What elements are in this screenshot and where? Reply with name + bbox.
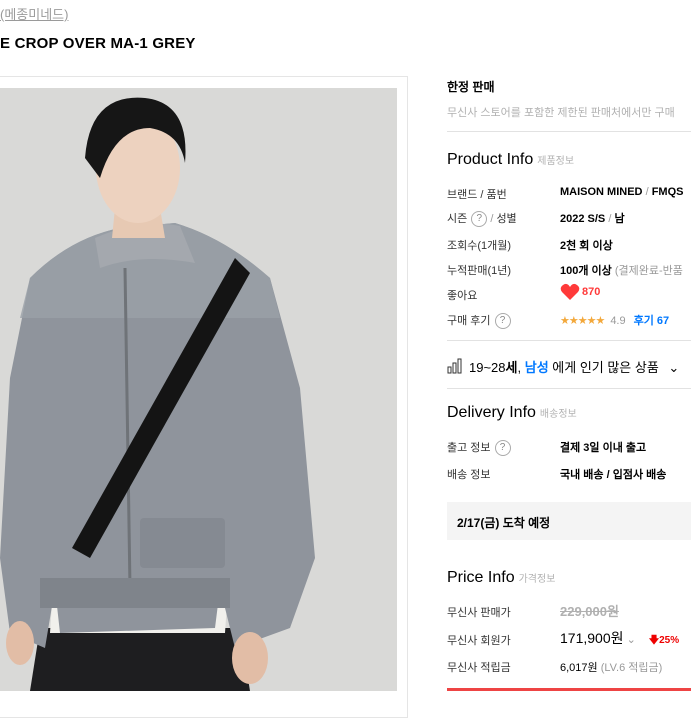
likes-button[interactable]: 870: [560, 283, 600, 301]
arrival-estimate-box: 2/17(금) 도착 예정: [447, 502, 691, 540]
review-label-text: 구매 후기: [447, 315, 491, 327]
sales-note: (결제완료-반품: [614, 265, 683, 277]
delivery-info-subtitle: 배송정보: [539, 409, 577, 420]
chevron-down-icon[interactable]: ⌄: [668, 360, 679, 375]
sku-value: FMQS: [651, 186, 684, 198]
bar-chart-icon: [447, 358, 462, 374]
delivery-info-title: Delivery Info 배송정보: [447, 404, 577, 422]
views-label: 조회수(1개월): [447, 240, 512, 252]
gender-value: 남: [614, 213, 625, 225]
method-label: 배송 정보: [447, 469, 491, 481]
product-info-title: Product Info 제품정보: [447, 151, 574, 169]
discount-down-icon: 🡇: [648, 635, 660, 646]
original-price: 229,000원: [560, 604, 619, 619]
star-rating-icon: ★★★★★: [560, 315, 605, 327]
divider: [447, 388, 691, 389]
sales-count: 100개 이상: [560, 265, 612, 277]
limited-sale-description: 무신사 스토어를 포함한 제한된 판매처에서만 구매: [447, 107, 675, 119]
popular-age-range: 19~28: [469, 360, 506, 375]
popular-age-suffix: 세: [505, 360, 518, 375]
price-info-subtitle: 가격정보: [518, 574, 556, 585]
popular-gender: 남성: [524, 360, 549, 375]
member-price-label: 무신사 회원가: [447, 635, 511, 647]
points-label: 무신사 적립금: [447, 662, 511, 674]
ship-value: 결제 3일 이내 출고: [560, 442, 647, 454]
member-price: 171,900원: [560, 630, 624, 646]
likes-label: 좋아요: [447, 290, 478, 302]
popular-comma: ,: [517, 360, 522, 375]
delivery-info-title-text: Delivery Info: [447, 404, 536, 421]
points-value: 6,017원 (LV.6 적립금): [560, 659, 662, 675]
rating-number: 4.9: [610, 315, 626, 327]
review-count-link[interactable]: 후기 67: [634, 315, 670, 327]
popular-banner[interactable]: 19~28세, 남성 에게 인기 많은 상품 ⌄: [447, 357, 679, 376]
product-info-title-text: Product Info: [447, 151, 534, 168]
divider: [447, 131, 691, 132]
likes-count: 870: [582, 286, 601, 298]
brand-label: 브랜드 / 품번: [447, 189, 507, 201]
sales-label: 누적판매(1년): [447, 265, 512, 277]
help-icon[interactable]: ?: [494, 313, 511, 330]
season-value: 2022 S/S: [560, 213, 606, 225]
popular-text: 에게 인기 많은 상품: [552, 360, 659, 375]
discount-percent: 25%: [659, 635, 680, 646]
brand-link[interactable]: (메종미네드): [0, 4, 68, 23]
season-value-separator: /: [608, 213, 612, 225]
help-icon[interactable]: ?: [471, 211, 488, 228]
jacket-photo-illustration: [0, 88, 397, 691]
heart-icon: [560, 283, 580, 300]
brand-value: MAISON MINED / FMQS: [560, 186, 683, 198]
method-value: 국내 배송 / 입점사 배송: [560, 469, 667, 481]
season-gender-label: 시즌? / 성별: [447, 210, 517, 228]
product-title: E CROP OVER MA-1 GREY: [0, 35, 196, 52]
member-price-value[interactable]: 171,900원 ⌄ 🡇25%: [560, 628, 679, 650]
ship-label-text: 출고 정보: [447, 442, 491, 454]
arrival-estimate: 2/17(금) 도착 예정: [457, 516, 551, 530]
views-value: 2천 회 이상: [560, 240, 613, 252]
price-info-title: Price Info 가격정보: [447, 569, 555, 587]
gender-label: 성별: [496, 213, 517, 225]
product-info-subtitle: 제품정보: [537, 156, 575, 167]
sale-price-label: 무신사 판매가: [447, 607, 511, 619]
season-label: 시즌: [447, 213, 468, 225]
product-image[interactable]: [0, 88, 397, 691]
points-amount: 6,017원: [560, 662, 598, 674]
points-note: (LV.6 적립금): [600, 662, 663, 674]
price-info-title-text: Price Info: [447, 569, 515, 586]
sku-separator: /: [645, 186, 649, 198]
limited-sale-title: 한정 판매: [447, 80, 495, 94]
review-label: 구매 후기?: [447, 312, 511, 330]
sale-price-value: 229,000원: [560, 601, 619, 620]
sales-value: 100개 이상 (결제완료-반품: [560, 262, 683, 278]
rating-value: ★★★★★ 4.9 후기 67: [560, 312, 669, 328]
help-icon[interactable]: ?: [494, 440, 511, 457]
chevron-down-icon[interactable]: ⌄: [627, 634, 636, 646]
ship-label: 출고 정보?: [447, 439, 511, 457]
season-gender-value: 2022 S/S / 남: [560, 210, 625, 226]
season-separator: /: [490, 213, 494, 225]
divider: [447, 340, 691, 341]
brand-name-link[interactable]: MAISON MINED: [560, 186, 643, 198]
